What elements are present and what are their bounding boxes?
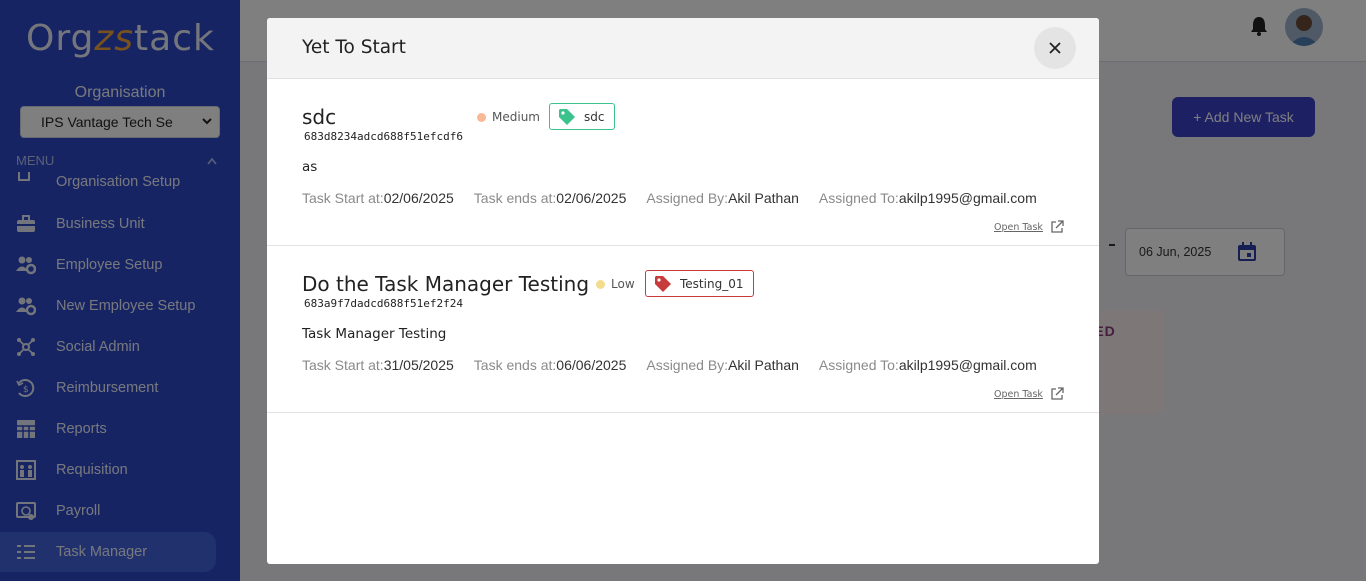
priority-dot: [477, 112, 486, 122]
task-start-label: Task Start at:: [302, 357, 384, 373]
task-end-label: Task ends at:: [473, 190, 557, 206]
assigned-to-value: akilp1995@gmail.com: [898, 190, 1037, 206]
task-meta: Task Start at:02/06/2025 Task ends at:02…: [302, 190, 1057, 206]
close-button[interactable]: [1034, 27, 1076, 69]
task-id: 683d8234adcd688f51efcdf6: [304, 130, 463, 143]
assigned-to-label: Assigned To:: [818, 357, 899, 373]
tag-label: Testing_01: [680, 276, 744, 291]
task-end-label: Task ends at:: [473, 357, 557, 373]
yet-to-start-modal: Yet To Start sdc 683d8234adcd688f51efcdf…: [267, 18, 1099, 564]
assigned-by-value: Akil Pathan: [728, 357, 799, 373]
external-link-icon: [1051, 387, 1064, 400]
task-start-value: 02/06/2025: [383, 190, 454, 206]
modal-header: Yet To Start: [267, 18, 1099, 79]
task-end-value: 02/06/2025: [556, 190, 627, 206]
tag-icon: [655, 275, 671, 292]
task-title: sdc: [302, 105, 337, 129]
tag-label: sdc: [584, 109, 605, 124]
modal-title: Yet To Start: [302, 37, 406, 58]
priority-badge: Low: [596, 277, 635, 291]
task-start: Task Start at:31/05/2025: [302, 357, 454, 373]
task-meta: Task Start at:31/05/2025 Task ends at:06…: [302, 357, 1057, 373]
open-task-label: Open Task: [994, 221, 1043, 233]
task-start-value: 31/05/2025: [383, 357, 454, 373]
tag-icon: [559, 108, 575, 125]
priority-dot: [596, 279, 605, 289]
task-end-value: 06/06/2025: [556, 357, 627, 373]
external-link-icon: [1051, 220, 1064, 233]
assigned-to-value: akilp1995@gmail.com: [898, 357, 1037, 373]
assigned-to-label: Assigned To:: [818, 190, 899, 206]
open-task-label: Open Task: [994, 388, 1043, 400]
priority-badge: Medium: [477, 110, 540, 124]
task-end: Task ends at:02/06/2025: [474, 190, 627, 206]
task-tag: Testing_01: [645, 270, 755, 297]
assigned-by-value: Akil Pathan: [728, 190, 799, 206]
task-item: Do the Task Manager Testing 683a9f7dadcd…: [267, 246, 1099, 413]
priority-label: Medium: [492, 110, 540, 124]
assigned-by: Assigned By:Akil Pathan: [646, 357, 799, 373]
open-task-link[interactable]: Open Task: [994, 220, 1064, 234]
task-start-label: Task Start at:: [302, 190, 384, 206]
task-start: Task Start at:02/06/2025: [302, 190, 454, 206]
assigned-to: Assigned To:akilp1995@gmail.com: [819, 357, 1037, 373]
assigned-to: Assigned To:akilp1995@gmail.com: [819, 190, 1037, 206]
task-item: sdc 683d8234adcd688f51efcdf6 Medium sdc …: [267, 79, 1099, 246]
assigned-by-label: Assigned By:: [646, 190, 729, 206]
assigned-by-label: Assigned By:: [646, 357, 729, 373]
close-icon: [1049, 42, 1061, 54]
task-id: 683a9f7dadcd688f51ef2f24: [304, 297, 463, 310]
task-title: Do the Task Manager Testing: [302, 272, 590, 296]
open-task-link[interactable]: Open Task: [994, 387, 1064, 401]
task-end: Task ends at:06/06/2025: [474, 357, 627, 373]
task-description: Task Manager Testing: [302, 326, 447, 342]
task-tag: sdc: [549, 103, 616, 130]
assigned-by: Assigned By:Akil Pathan: [646, 190, 799, 206]
priority-label: Low: [611, 277, 635, 291]
task-description: as: [302, 159, 318, 175]
